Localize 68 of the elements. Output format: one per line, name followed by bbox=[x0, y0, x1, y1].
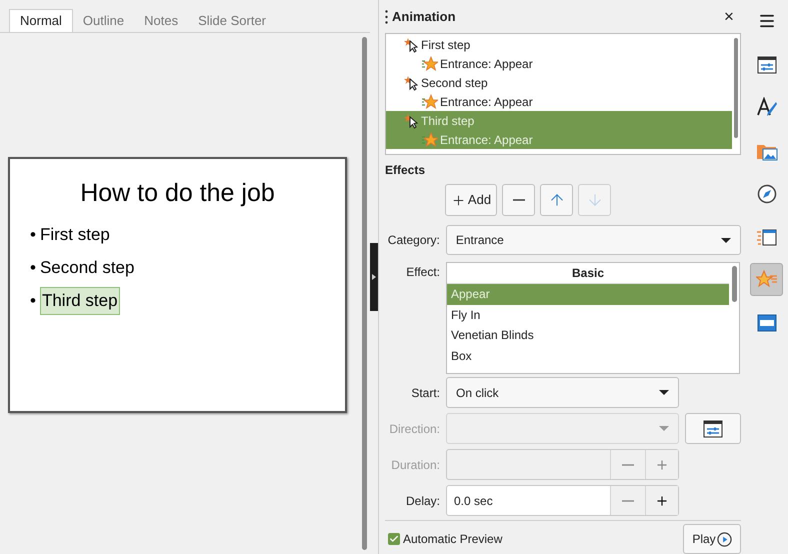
category-dropdown[interactable]: Entrance bbox=[446, 225, 741, 255]
star-cursor-icon bbox=[404, 112, 420, 129]
effect-item[interactable]: Venetian Blinds bbox=[447, 325, 729, 346]
check-icon bbox=[389, 534, 399, 544]
animation-step[interactable]: Second step bbox=[386, 73, 732, 92]
field-label: Effect: bbox=[405, 264, 440, 281]
slide[interactable]: How to do the job • First step • Second step • Third step bbox=[8, 156, 347, 412]
remove-button[interactable] bbox=[502, 184, 535, 216]
slide-title: How to do the job bbox=[79, 178, 276, 208]
field-label: Delay: bbox=[404, 492, 440, 510]
bullet-text: Third step bbox=[40, 287, 120, 314]
properties-icon bbox=[702, 418, 724, 440]
move-up-button[interactable] bbox=[540, 184, 573, 216]
effect-item[interactable]: Box bbox=[447, 346, 729, 366]
play-button[interactable]: Play bbox=[683, 524, 741, 554]
collapse-handle[interactable] bbox=[370, 243, 378, 311]
plus-icon[interactable] bbox=[655, 494, 669, 508]
dropdown-arrow-icon bbox=[659, 390, 669, 395]
star-icon bbox=[422, 94, 438, 110]
dropdown-arrow-icon bbox=[659, 426, 669, 431]
checkbox[interactable] bbox=[388, 533, 400, 545]
add-button[interactable]: Add bbox=[445, 184, 497, 216]
effects-heading: Effects bbox=[385, 162, 426, 179]
triangle-right-icon bbox=[372, 274, 376, 280]
star-cursor-icon bbox=[404, 36, 420, 53]
minus-icon[interactable] bbox=[622, 500, 634, 502]
scrollbar[interactable] bbox=[734, 38, 738, 138]
menu-icon[interactable] bbox=[758, 12, 776, 30]
options-button[interactable] bbox=[685, 413, 741, 444]
view-tab[interactable]: Outline bbox=[72, 9, 134, 32]
star-icon bbox=[422, 56, 438, 72]
panel-title: Animation bbox=[392, 8, 456, 26]
delay-value: 0.0 sec bbox=[454, 492, 493, 510]
bullet-mark: • bbox=[30, 290, 36, 312]
drag-handle-icon[interactable] bbox=[385, 10, 388, 24]
plus-icon bbox=[450, 192, 466, 208]
effect-item[interactable]: Fly In bbox=[447, 304, 729, 325]
scrollbar[interactable] bbox=[362, 37, 367, 550]
view-tab[interactable]: Notes bbox=[134, 9, 188, 32]
animation-effect[interactable]: Entrance: Appear bbox=[386, 54, 732, 74]
animation-step[interactable]: First step bbox=[386, 35, 732, 54]
animation-effect[interactable]: Entrance: Appear bbox=[386, 92, 732, 112]
dropdown-arrow-icon bbox=[721, 238, 731, 242]
scrollbar[interactable] bbox=[732, 266, 736, 302]
animation-list[interactable]: First step Entrance: Appear Second step Entrance: Appear Third step Entrance: Appear bbox=[385, 33, 741, 155]
bullet-mark: • bbox=[30, 224, 36, 246]
delay-spinbox[interactable]: 0.0 sec bbox=[446, 485, 679, 516]
field-label: Direction: bbox=[388, 420, 440, 438]
field-label: Start: bbox=[410, 384, 440, 402]
bullet-text: Second step bbox=[40, 256, 134, 278]
star-cursor-icon bbox=[404, 74, 420, 91]
font-brush-icon bbox=[756, 96, 778, 118]
effect-list[interactable]: Basic Appear Fly In Venetian Blinds Box bbox=[446, 262, 740, 374]
play-circle-icon bbox=[716, 532, 732, 546]
bullet-mark: • bbox=[30, 256, 36, 278]
view-tab[interactable]: Slide Sorter bbox=[188, 9, 276, 32]
start-dropdown[interactable]: On click bbox=[446, 377, 679, 408]
star-icon bbox=[422, 132, 438, 148]
field-label: Duration: bbox=[390, 456, 440, 474]
compass-icon bbox=[756, 182, 778, 204]
checkbox-label: Automatic Preview bbox=[403, 531, 502, 548]
field-label: Category: bbox=[386, 232, 440, 249]
minus-icon bbox=[512, 199, 524, 201]
close-button[interactable]: × bbox=[719, 8, 739, 26]
bullet-text: First step bbox=[40, 224, 110, 246]
view-tab[interactable]: Normal bbox=[9, 9, 73, 32]
properties-icon bbox=[756, 54, 778, 76]
slide-layout-icon bbox=[756, 312, 778, 334]
